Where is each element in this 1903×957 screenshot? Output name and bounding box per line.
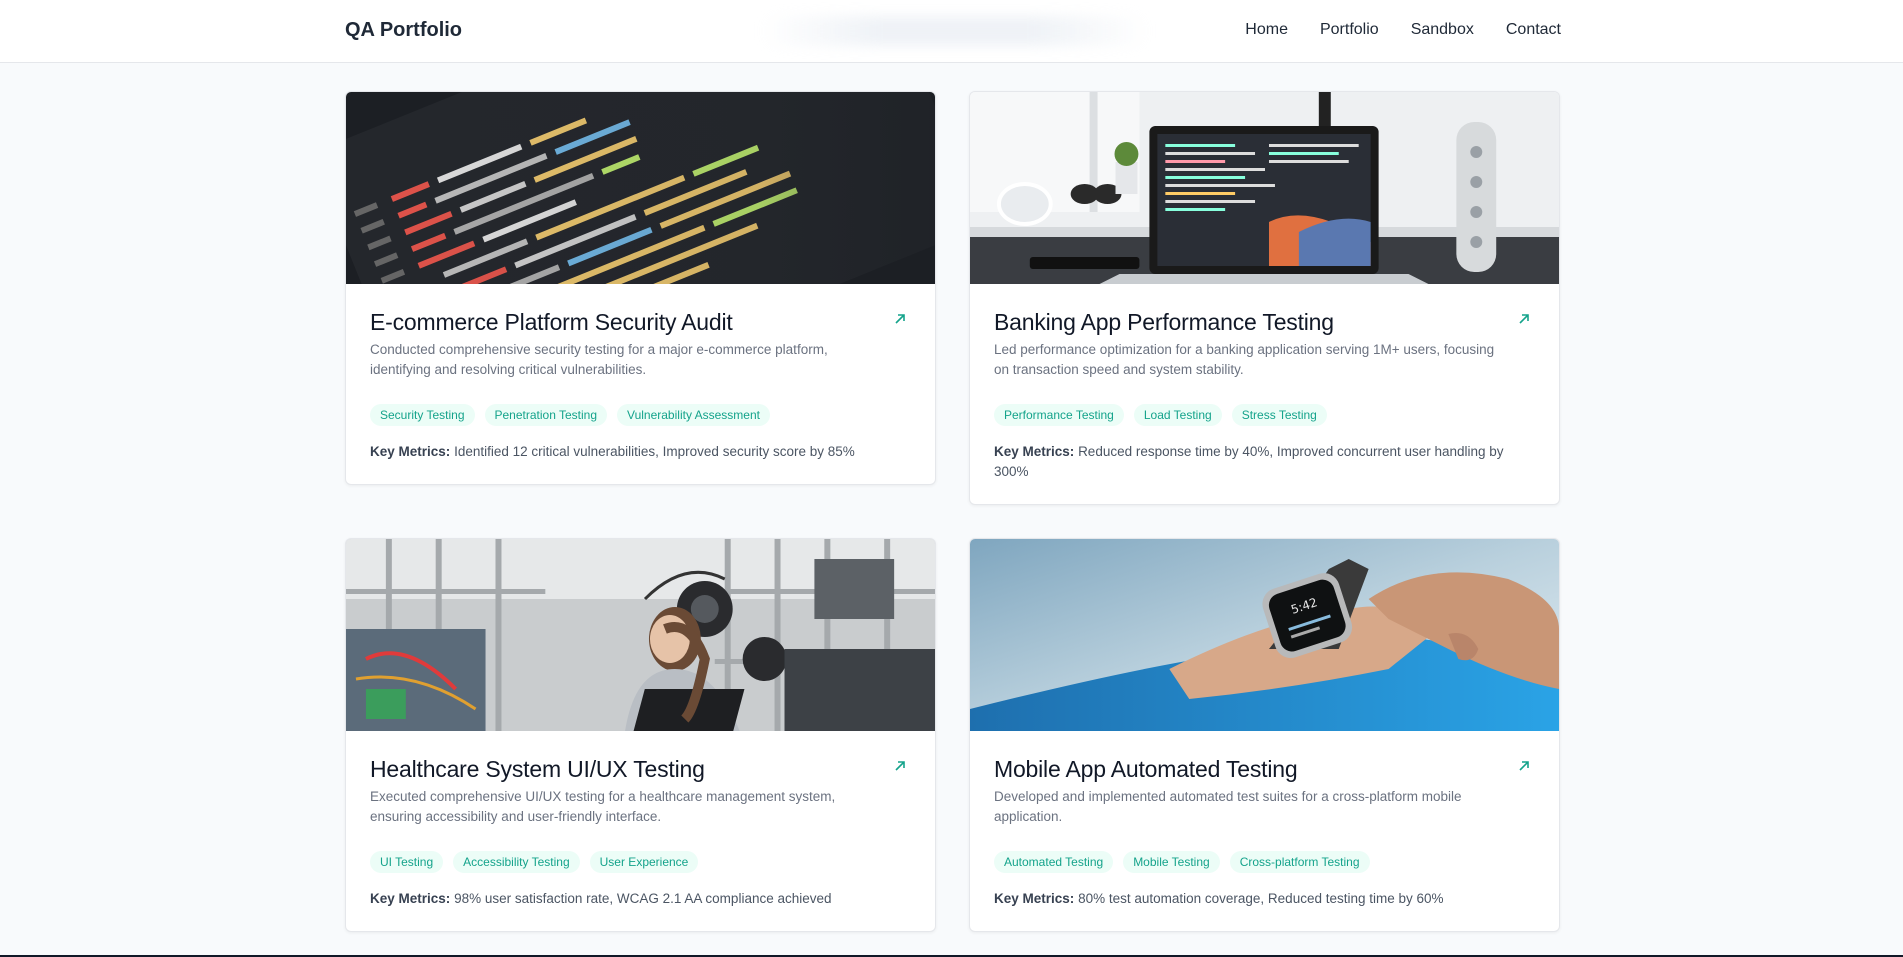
tag-list: Automated Testing Mobile Testing Cross-p… xyxy=(994,851,1535,873)
key-metrics: Key Metrics: Identified 12 critical vuln… xyxy=(370,442,911,462)
external-link-arrow-icon[interactable] xyxy=(893,312,907,326)
project-card-mobile[interactable]: 5:42 Mobile App Automated Testing Develo… xyxy=(969,538,1560,932)
metrics-value: 98% user satisfaction rate, WCAG 2.1 AA … xyxy=(454,891,832,906)
nav-link-portfolio[interactable]: Portfolio xyxy=(1320,21,1379,39)
tag: UI Testing xyxy=(370,851,444,873)
key-metrics: Key Metrics: 98% user satisfaction rate,… xyxy=(370,889,911,909)
card-description: Developed and implemented automated test… xyxy=(994,789,1462,824)
metrics-label: Key Metrics: xyxy=(370,891,451,906)
external-link-arrow-icon[interactable] xyxy=(1517,312,1531,326)
card-body: Healthcare System UI/UX Testing Executed… xyxy=(346,731,935,931)
card-description: Led performance optimization for a banki… xyxy=(994,342,1495,377)
tag: Cross-platform Testing xyxy=(1229,851,1370,873)
nav-link-sandbox[interactable]: Sandbox xyxy=(1411,21,1474,39)
tag-list: UI Testing Accessibility Testing User Ex… xyxy=(370,851,911,873)
key-metrics: Key Metrics: 80% test automation coverag… xyxy=(994,889,1535,909)
tag: User Experience xyxy=(589,851,699,873)
project-card-ecommerce[interactable]: E-commerce Platform Security Audit Condu… xyxy=(345,91,936,485)
external-link-arrow-icon[interactable] xyxy=(893,759,907,773)
tag: Penetration Testing xyxy=(484,404,608,426)
project-card-banking[interactable]: Banking App Performance Testing Led perf… xyxy=(969,91,1560,505)
card-body: Banking App Performance Testing Led perf… xyxy=(970,284,1559,504)
card-body: Mobile App Automated Testing Developed a… xyxy=(970,731,1559,931)
top-navbar: QA Portfolio Home Portfolio Sandbox Cont… xyxy=(0,0,1903,63)
tag: Mobile Testing xyxy=(1123,851,1220,873)
card-title: Mobile App Automated Testing xyxy=(994,756,1298,782)
brand-logo[interactable]: QA Portfolio xyxy=(345,19,462,42)
metrics-label: Key Metrics: xyxy=(994,891,1075,906)
tag: Load Testing xyxy=(1133,404,1222,426)
tag-list: Performance Testing Load Testing Stress … xyxy=(994,404,1535,426)
tag: Accessibility Testing xyxy=(453,851,580,873)
tag: Security Testing xyxy=(370,404,475,426)
nav-link-contact[interactable]: Contact xyxy=(1506,21,1561,39)
laptop-desk-photo xyxy=(970,92,1559,284)
card-title: Healthcare System UI/UX Testing xyxy=(370,756,705,782)
nav-links: Home Portfolio Sandbox Contact xyxy=(1245,21,1561,39)
project-card-healthcare[interactable]: Healthcare System UI/UX Testing Executed… xyxy=(345,538,936,932)
code-editor-photo xyxy=(346,92,935,284)
lab-engineer-photo xyxy=(346,539,935,731)
card-title: Banking App Performance Testing xyxy=(994,309,1334,335)
smartwatch-photo: 5:42 xyxy=(970,539,1559,731)
card-description: Conducted comprehensive security testing… xyxy=(370,342,828,377)
card-body: E-commerce Platform Security Audit Condu… xyxy=(346,284,935,484)
metrics-label: Key Metrics: xyxy=(994,444,1075,459)
metrics-value: Identified 12 critical vulnerabilities, … xyxy=(454,444,855,459)
tag: Vulnerability Assessment xyxy=(617,404,770,426)
nav-link-home[interactable]: Home xyxy=(1245,21,1288,39)
tag: Automated Testing xyxy=(994,851,1114,873)
key-metrics: Key Metrics: Reduced response time by 40… xyxy=(994,442,1535,482)
card-title: E-commerce Platform Security Audit xyxy=(370,309,733,335)
metrics-label: Key Metrics: xyxy=(370,444,451,459)
tag-list: Security Testing Penetration Testing Vul… xyxy=(370,404,911,426)
metrics-value: 80% test automation coverage, Reduced te… xyxy=(1078,891,1444,906)
external-link-arrow-icon[interactable] xyxy=(1517,759,1531,773)
nav-blur-decoration xyxy=(760,16,1150,46)
tag: Performance Testing xyxy=(994,404,1124,426)
card-description: Executed comprehensive UI/UX testing for… xyxy=(370,789,836,824)
tag: Stress Testing xyxy=(1231,404,1327,426)
